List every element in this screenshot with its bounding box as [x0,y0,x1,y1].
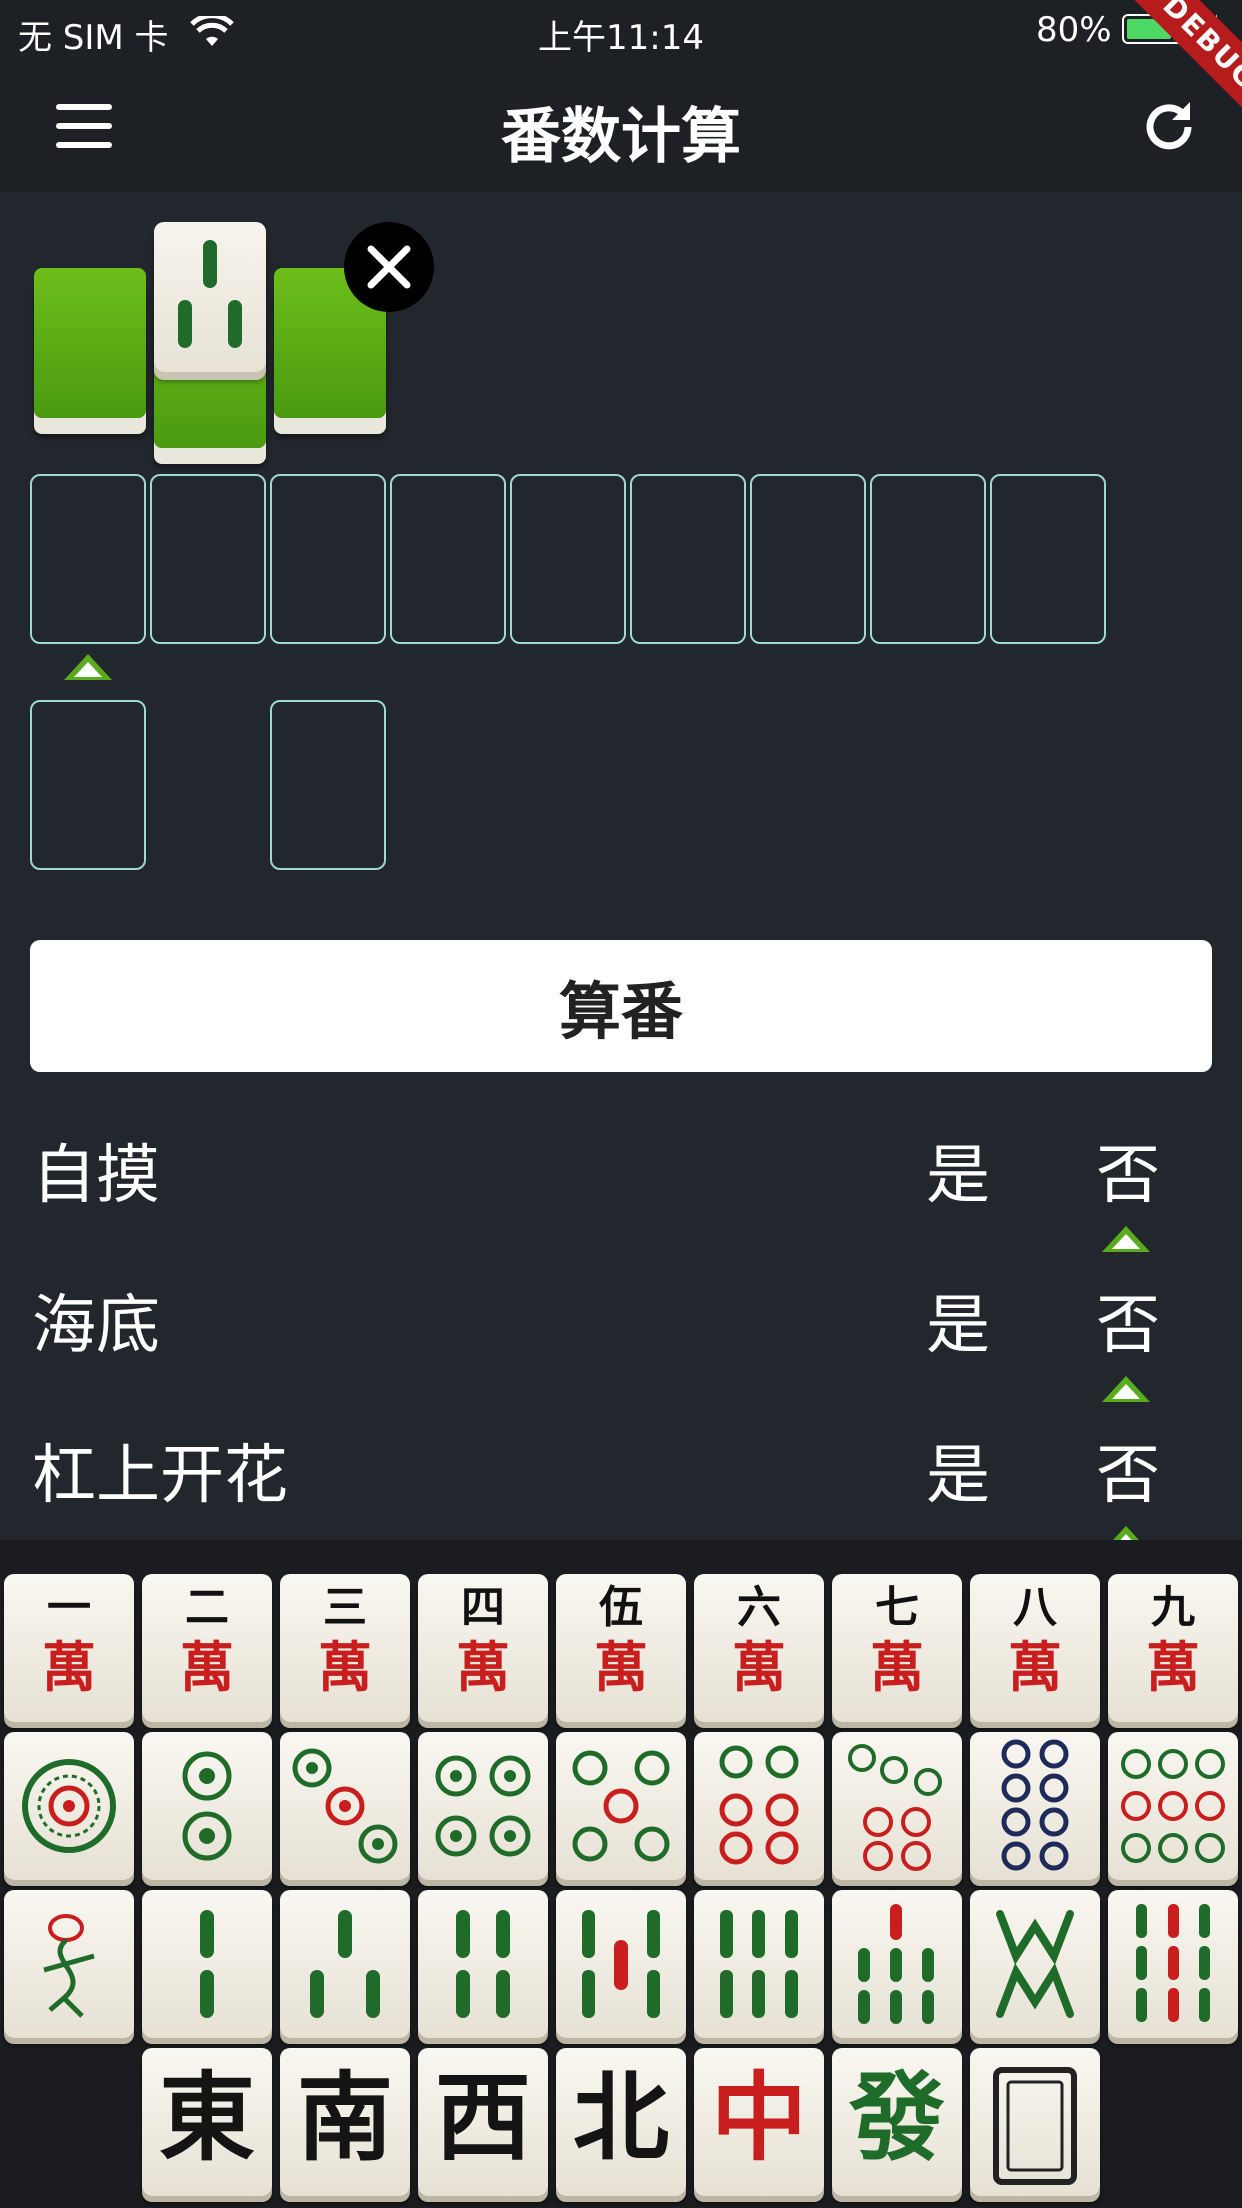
tile-dots-4[interactable] [418,1732,548,1880]
selected-tile-back[interactable] [34,268,146,418]
tile-bamboo-6[interactable] [694,1890,824,2038]
tile-character-5[interactable]: 伍萬 [556,1574,686,1722]
tile-dots-5[interactable] [556,1732,686,1880]
tile-east-wind[interactable]: 東 [142,2048,272,2196]
tile-slot[interactable] [30,474,146,644]
tile-bamboo-8[interactable] [970,1890,1100,2038]
option-yes-gangshang[interactable]: 是 [926,1424,990,1516]
tile-character-6[interactable]: 六萬 [694,1574,824,1722]
battery-percent: 80% [1036,10,1112,50]
tile-character-1[interactable]: 一萬 [4,1574,134,1722]
tile-slot[interactable] [630,474,746,644]
tile-white-dragon[interactable] [970,2048,1100,2196]
tile-bamboo-4[interactable] [418,1890,548,2038]
tile-dots-6[interactable] [694,1732,824,1880]
tile-dots-1[interactable] [4,1732,134,1880]
tile-green-dragon[interactable]: 發 [832,2048,962,2196]
tile-slot[interactable] [390,474,506,644]
tile-dots-2[interactable] [142,1732,272,1880]
tile-bamboo-7[interactable] [832,1890,962,2038]
tile-slot[interactable] [990,474,1106,644]
selected-indicator-arrow [1102,1226,1150,1252]
option-label-gangshang: 杠上开花 [32,1439,288,1513]
tile-slot[interactable] [750,474,866,644]
calculate-button[interactable]: 算番 [30,940,1212,1072]
selected-indicator-arrow [1102,1376,1150,1402]
tile-dots-8[interactable] [970,1732,1100,1880]
tile-character-2[interactable]: 二萬 [142,1574,272,1722]
option-no-haidi[interactable]: 否 [1096,1274,1160,1366]
tile-character-4[interactable]: 四萬 [418,1574,548,1722]
option-no-gangshang[interactable]: 否 [1096,1424,1160,1516]
tile-north-wind[interactable]: 北 [556,2048,686,2196]
option-yes-haidi[interactable]: 是 [926,1274,990,1366]
tile-character-3[interactable]: 三萬 [280,1574,410,1722]
tile-bamboo-5[interactable] [556,1890,686,2038]
tile-slot[interactable] [150,474,266,644]
tile-bamboo-9[interactable] [1108,1890,1238,2038]
tile-dots-7[interactable] [832,1732,962,1880]
option-label-haidi: 海底 [32,1289,160,1363]
tile-dots-9[interactable] [1108,1732,1238,1880]
tile-dots-3[interactable] [280,1732,410,1880]
tile-bamboo-3[interactable] [280,1890,410,2038]
tile-slot[interactable] [270,700,386,870]
option-label-zimo: 自摸 [32,1139,160,1213]
tile-character-9[interactable]: 九萬 [1108,1574,1238,1722]
tile-character-8[interactable]: 八萬 [970,1574,1100,1722]
selected-tile-bamboo-3[interactable] [154,222,266,372]
tile-character-7[interactable]: 七萬 [832,1574,962,1722]
tile-slot[interactable] [510,474,626,644]
tile-south-wind[interactable]: 南 [280,2048,410,2196]
option-yes-zimo[interactable]: 是 [926,1124,990,1216]
remove-tile-button[interactable] [344,222,434,312]
tile-bamboo-2[interactable] [142,1890,272,2038]
tile-slot[interactable] [270,474,386,644]
refresh-icon[interactable] [1138,96,1200,158]
slot-indicator-arrow [64,654,112,680]
tile-slot[interactable] [870,474,986,644]
tile-bamboo-1[interactable] [4,1890,134,2038]
tile-slot[interactable] [30,700,146,870]
tile-red-dragon[interactable]: 中 [694,2048,824,2196]
tile-west-wind[interactable]: 西 [418,2048,548,2196]
page-title: 番数计算 [501,102,741,172]
option-no-zimo[interactable]: 否 [1096,1124,1160,1216]
close-icon [367,245,411,289]
